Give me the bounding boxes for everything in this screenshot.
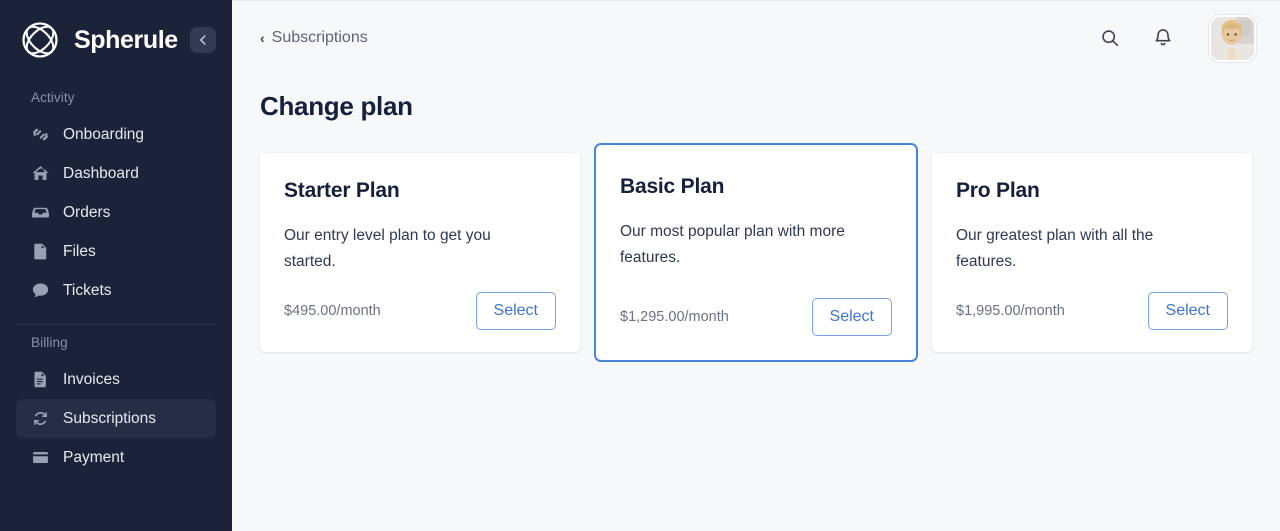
- sidebar-item-subscriptions[interactable]: Subscriptions: [16, 399, 216, 438]
- sidebar-item-label: Tickets: [63, 281, 112, 299]
- sidebar-nav-activity: Onboarding Dashboard Orders Files Ticket…: [0, 115, 232, 310]
- section-label-billing: Billing: [31, 335, 68, 350]
- plan-price: $495.00/month: [284, 303, 381, 320]
- sidebar-nav-billing: Invoices Subscriptions Payment: [0, 360, 232, 477]
- handshake-icon: [31, 125, 50, 144]
- search-icon[interactable]: [1098, 26, 1122, 50]
- sidebar-item-payment[interactable]: Payment: [16, 438, 216, 477]
- sidebar-item-dashboard[interactable]: Dashboard: [16, 154, 216, 193]
- app-root: Spherule Activity Onboarding Dashboard O…: [0, 0, 1280, 531]
- main-content: ‹ Subscriptions Change plan Starter Plan…: [232, 0, 1280, 531]
- inbox-tray-icon: [31, 203, 50, 222]
- top-bar: ‹ Subscriptions: [232, 1, 1280, 75]
- sidebar-item-onboarding[interactable]: Onboarding: [16, 115, 216, 154]
- plan-price: $1,295.00/month: [620, 309, 729, 326]
- avatar[interactable]: [1209, 14, 1256, 62]
- sidebar-item-files[interactable]: Files: [16, 232, 216, 271]
- plan-card-basic[interactable]: Basic Plan Our most popular plan with mo…: [594, 143, 918, 362]
- home-icon: [31, 164, 50, 183]
- sidebar-item-label: Onboarding: [63, 125, 145, 143]
- sidebar-item-label: Files: [63, 242, 96, 260]
- sidebar-item-invoices[interactable]: Invoices: [16, 360, 216, 399]
- select-plan-button[interactable]: Select: [811, 298, 892, 336]
- plan-card-pro[interactable]: Pro Plan Our greatest plan with all the …: [932, 153, 1252, 352]
- plan-card-starter[interactable]: Starter Plan Our entry level plan to get…: [260, 153, 580, 352]
- sidebar-section-activity: Activity Onboarding Dashboard Orders Fil…: [0, 80, 232, 310]
- breadcrumb[interactable]: ‹ Subscriptions: [260, 29, 368, 47]
- sidebar-item-label: Dashboard: [63, 164, 139, 182]
- file-icon: [31, 242, 50, 261]
- bell-icon[interactable]: [1151, 26, 1175, 50]
- page-title: Change plan: [260, 91, 413, 121]
- plan-description: Our entry level plan to get you started.: [284, 227, 491, 270]
- select-plan-button[interactable]: Select: [475, 292, 556, 330]
- plan-footer: $1,295.00/month Select: [620, 298, 892, 336]
- spherule-logo-icon: [18, 18, 62, 62]
- sidebar-item-orders[interactable]: Orders: [16, 193, 216, 232]
- sidebar-section-billing: Billing Invoices Subscriptions Payment: [0, 325, 232, 477]
- plan-cards: Starter Plan Our entry level plan to get…: [232, 122, 1280, 362]
- topbar-actions: [1098, 14, 1256, 62]
- plan-title: Basic Plan: [620, 175, 725, 198]
- plan-title: Starter Plan: [284, 179, 400, 202]
- arrow-left-icon[interactable]: [190, 27, 216, 53]
- plan-price: $1,995.00/month: [956, 303, 1065, 320]
- sidebar-item-label: Invoices: [63, 370, 120, 388]
- invoice-doc-icon: [31, 370, 50, 389]
- section-label-activity: Activity: [31, 90, 75, 105]
- brand-header: Spherule: [0, 0, 232, 80]
- plan-footer: $495.00/month Select: [284, 292, 556, 330]
- plan-description: Our most popular plan with more features…: [620, 223, 845, 266]
- plan-description: Our greatest plan with all the features.: [956, 227, 1154, 270]
- select-plan-button[interactable]: Select: [1147, 292, 1228, 330]
- breadcrumb-label: Subscriptions: [271, 29, 368, 46]
- plan-title: Pro Plan: [956, 179, 1040, 202]
- brand-name: Spherule: [74, 25, 178, 54]
- sidebar-item-label: Subscriptions: [63, 409, 157, 427]
- refresh-sync-icon: [31, 409, 50, 428]
- credit-card-icon: [31, 448, 50, 467]
- sidebar-item-label: Payment: [63, 448, 125, 466]
- sidebar-item-tickets[interactable]: Tickets: [16, 271, 216, 310]
- sidebar: Spherule Activity Onboarding Dashboard O…: [0, 0, 232, 531]
- chevron-left-icon: ‹: [260, 30, 265, 46]
- plan-footer: $1,995.00/month Select: [956, 292, 1228, 330]
- chat-bubble-icon: [31, 281, 50, 300]
- sidebar-item-label: Orders: [63, 203, 111, 221]
